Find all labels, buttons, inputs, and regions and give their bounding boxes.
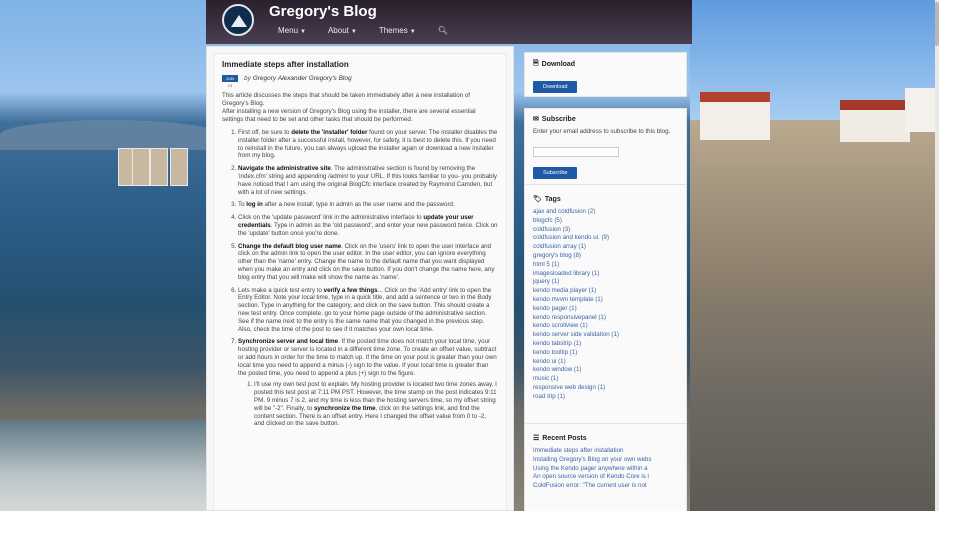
- tag-link[interactable]: kendo window (1): [533, 366, 678, 375]
- tag-link[interactable]: gregory's blog (8): [533, 252, 678, 261]
- tag-link[interactable]: kendo mvvm template (1): [533, 296, 678, 305]
- recent-post-link[interactable]: Installing Gregory's Blog on your own we…: [533, 456, 678, 465]
- site-header: Gregory's Blog Menu ▼ About ▼ Themes ▼ 🔍︎: [206, 0, 692, 44]
- download-title: Download: [541, 61, 576, 68]
- blog-post: Immediate steps after installation JUN 1…: [213, 53, 507, 510]
- download-button[interactable]: Download: [533, 81, 578, 93]
- list-icon: ☰: [533, 435, 540, 442]
- tag-link[interactable]: coldfusion array (1): [533, 243, 678, 252]
- tag-link[interactable]: road trip (1): [533, 393, 678, 402]
- tag-link[interactable]: html 5 (1): [533, 261, 678, 270]
- search-icon[interactable]: 🔍︎: [438, 26, 448, 35]
- recent-post-link[interactable]: Immediate steps after installation: [533, 447, 678, 456]
- tag-link[interactable]: music (1): [533, 375, 678, 384]
- download-card: 🗎︎ Download Download: [524, 52, 687, 97]
- recent-posts-title: Recent Posts: [542, 434, 587, 442]
- email-field[interactable]: [533, 146, 619, 157]
- envelope-icon: ✉︎: [533, 116, 539, 123]
- blog-logo[interactable]: [222, 4, 254, 36]
- tags-title: Tags: [544, 195, 561, 203]
- tag-link[interactable]: kendo ui (1): [533, 358, 678, 367]
- download-icon: 🗎︎: [533, 60, 539, 67]
- list-item: Lets make a quick test entry to verify a…: [238, 287, 498, 334]
- tag-link[interactable]: coldfusion and kendo ui. (9): [533, 234, 678, 243]
- caret-down-icon: ▼: [350, 29, 357, 35]
- tag-link[interactable]: imagesloaded library (1): [533, 270, 678, 279]
- caret-down-icon: ▼: [300, 29, 306, 35]
- tag-link[interactable]: jquery (1): [533, 278, 678, 287]
- sidebar: 🗎︎ Download Download ✉︎ Subscribe Enter yo…: [524, 46, 687, 511]
- steps-list: First off, be sure to delete the 'instal…: [222, 129, 498, 428]
- post-intro: This article discusses the steps that sh…: [222, 92, 476, 123]
- tags-list: ajax and coldfusion (2) blogcfc (5) cold…: [533, 208, 678, 402]
- list-item: Click on the 'update password' link in t…: [238, 214, 498, 237]
- list-item: I'll use my own test post to explain. My…: [254, 381, 498, 428]
- post-title[interactable]: Immediate steps after installation: [222, 60, 498, 69]
- nav-menu[interactable]: Menu ▼: [278, 26, 306, 35]
- list-item: Navigate the administrative site. The ad…: [238, 165, 498, 196]
- list-item: To log in after a new install, type in a…: [238, 201, 498, 209]
- tag-link[interactable]: coldfusion (3): [533, 226, 678, 235]
- tag-link[interactable]: kendo tooltip (1): [533, 349, 678, 358]
- subscribe-title: Subscribe: [541, 115, 576, 123]
- date-badge: JUN 13: [222, 75, 238, 88]
- tag-link[interactable]: kendo media player (1): [533, 287, 678, 296]
- tag-link[interactable]: kendo responsivepanel (1): [533, 314, 678, 323]
- tags-card: 🏷︎ Tags ajax and coldfusion (2) blogcfc (…: [524, 184, 687, 459]
- subscribe-button[interactable]: Subscribe: [533, 166, 578, 179]
- blog-title[interactable]: Gregory's Blog: [269, 3, 377, 20]
- sub-steps-list: I'll use my own test post to explain. My…: [238, 381, 498, 428]
- tag-link[interactable]: kendo server side validation (1): [533, 331, 678, 340]
- post-byline: JUN 13 by Gregory Alexander Gregory's Bl…: [222, 75, 498, 88]
- tag-link[interactable]: kendo tabstrip (1): [533, 340, 678, 349]
- recent-posts-card: ☰ Recent Posts Immediate steps after inst…: [524, 423, 687, 511]
- subscribe-text: Enter your email address to subscribe to…: [533, 128, 671, 135]
- main-content: Immediate steps after installation JUN 1…: [206, 46, 514, 511]
- scrollbar[interactable]: [935, 0, 939, 511]
- nav-about[interactable]: About ▼: [328, 26, 357, 35]
- tag-link[interactable]: kendo scrollview (1): [533, 322, 678, 331]
- page-bottom: [0, 511, 980, 551]
- recent-posts-list: Immediate steps after installation Insta…: [533, 447, 678, 491]
- tag-link[interactable]: kendo pager (1): [533, 305, 678, 314]
- tag-link[interactable]: blogcfc (5): [533, 217, 678, 226]
- caret-down-icon: ▼: [409, 29, 416, 35]
- recent-post-link[interactable]: Using the Kendo pager anywhere within a: [533, 465, 678, 474]
- tag-link[interactable]: responsive web design (1): [533, 384, 678, 393]
- list-item: Synchronize server and local time. If th…: [238, 338, 498, 428]
- main-nav: Menu ▼ About ▼ Themes ▼ 🔍︎: [278, 26, 448, 35]
- post-author: by Gregory Alexander Gregory's Blog: [244, 75, 352, 82]
- recent-post-link[interactable]: ColdFusion error: "The current user is n…: [533, 482, 678, 491]
- recent-post-link[interactable]: An open source version of Kendo Core is …: [533, 473, 678, 482]
- list-item: Change the default blog user name. Click…: [238, 243, 498, 282]
- nav-themes[interactable]: Themes ▼: [379, 26, 416, 35]
- list-item: First off, be sure to delete the 'instal…: [238, 129, 498, 160]
- scrollbar-thumb[interactable]: [935, 2, 939, 46]
- tag-icon: 🏷︎: [533, 196, 542, 203]
- tag-link[interactable]: ajax and coldfusion (2): [533, 208, 678, 217]
